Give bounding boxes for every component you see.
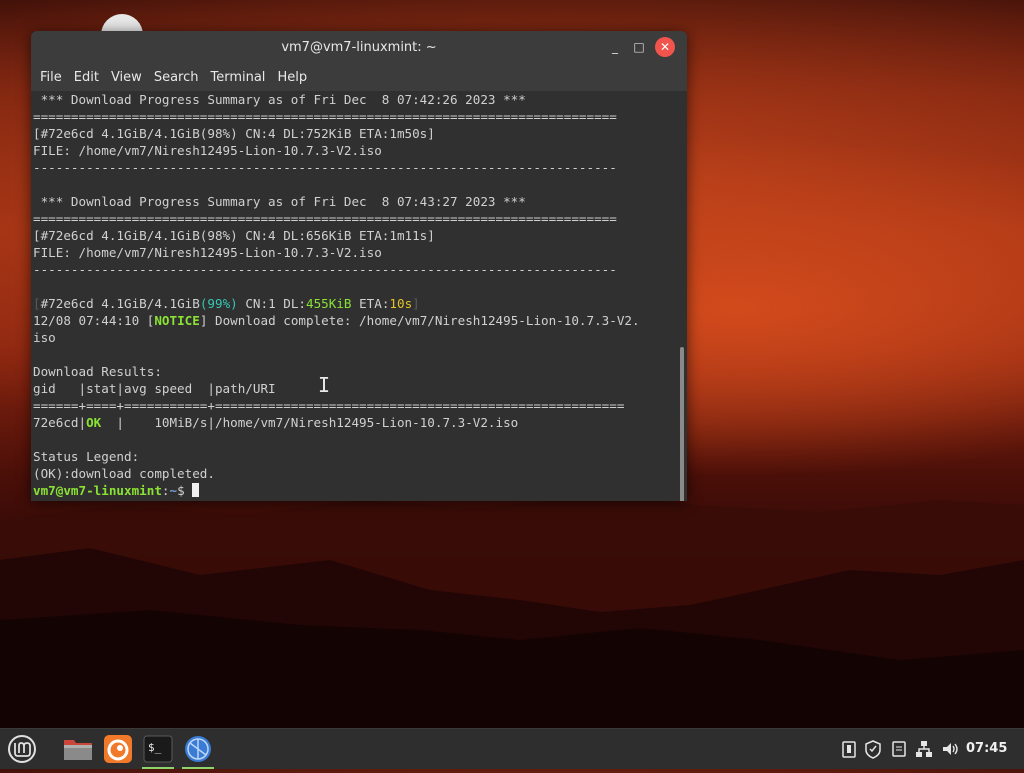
prompt-separator: : bbox=[161, 483, 170, 498]
maximize-button[interactable]: □ bbox=[629, 37, 649, 57]
terminal-icon: $_ bbox=[143, 735, 173, 763]
terminal-line: 72e6cd|OK | 10MiB/s|/home/vm7/Niresh1249… bbox=[33, 414, 677, 431]
terminal-text: ----------------------------------------… bbox=[33, 262, 617, 277]
terminal-text: [#72e6cd 4.1GiB/4.1GiB(98%) CN:4 DL:656K… bbox=[33, 228, 435, 243]
terminal-text: gid |stat|avg speed |path/URI bbox=[33, 381, 276, 396]
terminal-line: ======+====+===========+================… bbox=[33, 397, 677, 414]
terminal-text: ETA: bbox=[351, 296, 390, 311]
text-cursor bbox=[192, 483, 200, 497]
terminal-text: NOTICE bbox=[154, 313, 200, 328]
terminal-text: 455KiB bbox=[306, 296, 352, 311]
taskbar: $_ 07:45 bbox=[0, 728, 1024, 769]
terminal-text: [ bbox=[33, 296, 41, 311]
terminal-line: [#72e6cd 4.1GiB/4.1GiB(99%) CN:1 DL:455K… bbox=[33, 295, 677, 312]
taskbar-firefox[interactable] bbox=[98, 729, 138, 769]
menu-help[interactable]: Help bbox=[272, 70, 312, 85]
prompt-user: vm7@vm7-linuxmint bbox=[33, 483, 162, 498]
terminal-text: 72e6cd| bbox=[33, 415, 87, 430]
close-button[interactable]: ✕ bbox=[655, 37, 675, 57]
prompt-symbol: $ bbox=[177, 483, 193, 498]
terminal-text: FILE: /home/vm7/Niresh12495-Lion-10.7.3-… bbox=[33, 245, 382, 260]
firefox-icon bbox=[104, 735, 132, 763]
terminal-line: Download Results: bbox=[33, 363, 677, 380]
shield-icon[interactable] bbox=[864, 739, 882, 759]
terminal-text: 12/08 07:44:10 [ bbox=[33, 313, 155, 328]
terminal-text: ========================================… bbox=[33, 211, 617, 226]
prompt-path: ~ bbox=[169, 483, 178, 498]
terminal-scrollbar[interactable] bbox=[677, 91, 687, 501]
terminal-output[interactable]: *** Download Progress Summary as of Fri … bbox=[31, 91, 677, 501]
terminal-icon-label: $_ bbox=[148, 741, 162, 754]
taskbar-web[interactable] bbox=[178, 729, 218, 769]
terminal-text: #72e6cd 4.1GiB/4.1GiB bbox=[40, 296, 200, 311]
terminal-window: vm7@vm7-linuxmint: ~ _ □ ✕ File Edit Vie… bbox=[31, 31, 687, 501]
globe-icon bbox=[185, 736, 211, 762]
mint-logo-icon bbox=[8, 735, 36, 763]
terminal-line: ----------------------------------------… bbox=[33, 159, 677, 176]
window-title: vm7@vm7-linuxmint: ~ bbox=[281, 40, 437, 55]
volume-icon[interactable] bbox=[940, 739, 960, 759]
window-titlebar[interactable]: vm7@vm7-linuxmint: ~ _ □ ✕ bbox=[31, 31, 687, 63]
terminal-line: [#72e6cd 4.1GiB/4.1GiB(98%) CN:4 DL:752K… bbox=[33, 125, 677, 142]
terminal-text: Download Results: bbox=[33, 364, 162, 379]
terminal-text: (OK):download completed. bbox=[33, 466, 215, 481]
terminal-text: *** Download Progress Summary as of Fri … bbox=[33, 194, 526, 209]
menu-terminal[interactable]: Terminal bbox=[205, 70, 270, 85]
minimize-button[interactable]: _ bbox=[605, 37, 625, 57]
terminal-text: ========================================… bbox=[33, 109, 617, 124]
terminal-text: OK bbox=[86, 415, 102, 430]
terminal-text: ======+====+===========+================… bbox=[33, 398, 625, 413]
terminal-line: ========================================… bbox=[33, 210, 677, 227]
terminal-line: ========================================… bbox=[33, 108, 677, 125]
terminal-line: gid |stat|avg speed |path/URI bbox=[33, 380, 677, 397]
terminal-text: | 10MiB/s|/home/vm7/Niresh12495-Lion-10.… bbox=[101, 415, 519, 430]
menu-search[interactable]: Search bbox=[149, 70, 204, 85]
terminal-line: (OK):download completed. bbox=[33, 465, 677, 482]
terminal-text: Status Legend: bbox=[33, 449, 140, 464]
menu-view[interactable]: View bbox=[106, 70, 147, 85]
terminal-text: ] bbox=[412, 296, 420, 311]
terminal-text: ----------------------------------------… bbox=[33, 160, 617, 175]
scrollbar-thumb[interactable] bbox=[680, 347, 684, 501]
terminal-line: *** Download Progress Summary as of Fri … bbox=[33, 193, 677, 210]
terminal-prompt-line: vm7@vm7-linuxmint:~$ bbox=[33, 482, 677, 499]
terminal-line: [#72e6cd 4.1GiB/4.1GiB(98%) CN:4 DL:656K… bbox=[33, 227, 677, 244]
terminal-text: *** Download Progress Summary as of Fri … bbox=[33, 92, 526, 107]
clock[interactable]: 07:45 bbox=[966, 729, 1007, 769]
menu-file[interactable]: File bbox=[35, 70, 67, 85]
terminal-line: ----------------------------------------… bbox=[33, 261, 677, 278]
menu-button[interactable] bbox=[2, 729, 42, 769]
menu-bar: File Edit View Search Terminal Help bbox=[31, 63, 687, 91]
notes-icon[interactable] bbox=[890, 739, 908, 759]
menu-edit[interactable]: Edit bbox=[69, 70, 104, 85]
terminal-text: [#72e6cd 4.1GiB/4.1GiB(98%) CN:4 DL:752K… bbox=[33, 126, 435, 141]
terminal-line: FILE: /home/vm7/Niresh12495-Lion-10.7.3-… bbox=[33, 244, 677, 261]
terminal-line: *** Download Progress Summary as of Fri … bbox=[33, 91, 677, 108]
terminal-line: 12/08 07:44:10 [NOTICE] Download complet… bbox=[33, 312, 677, 329]
terminal-text: FILE: /home/vm7/Niresh12495-Lion-10.7.3-… bbox=[33, 143, 382, 158]
terminal-text: 10s bbox=[389, 296, 413, 311]
taskbar-terminal[interactable]: $_ bbox=[138, 729, 178, 769]
terminal-text: CN:1 DL: bbox=[237, 296, 306, 311]
mouse-ibeam-icon: I bbox=[318, 373, 331, 397]
terminal-text: (99%) bbox=[199, 296, 238, 311]
terminal-text: iso bbox=[33, 330, 56, 345]
clipboard-icon[interactable] bbox=[840, 739, 858, 759]
terminal-line: Status Legend: bbox=[33, 448, 677, 465]
terminal-text: ] Download complete: /home/vm7/Niresh124… bbox=[199, 313, 640, 328]
terminal-line: iso bbox=[33, 329, 677, 346]
folder-icon bbox=[64, 740, 92, 760]
network-icon[interactable] bbox=[914, 739, 934, 759]
terminal-line: FILE: /home/vm7/Niresh12495-Lion-10.7.3-… bbox=[33, 142, 677, 159]
taskbar-files[interactable] bbox=[58, 729, 98, 769]
